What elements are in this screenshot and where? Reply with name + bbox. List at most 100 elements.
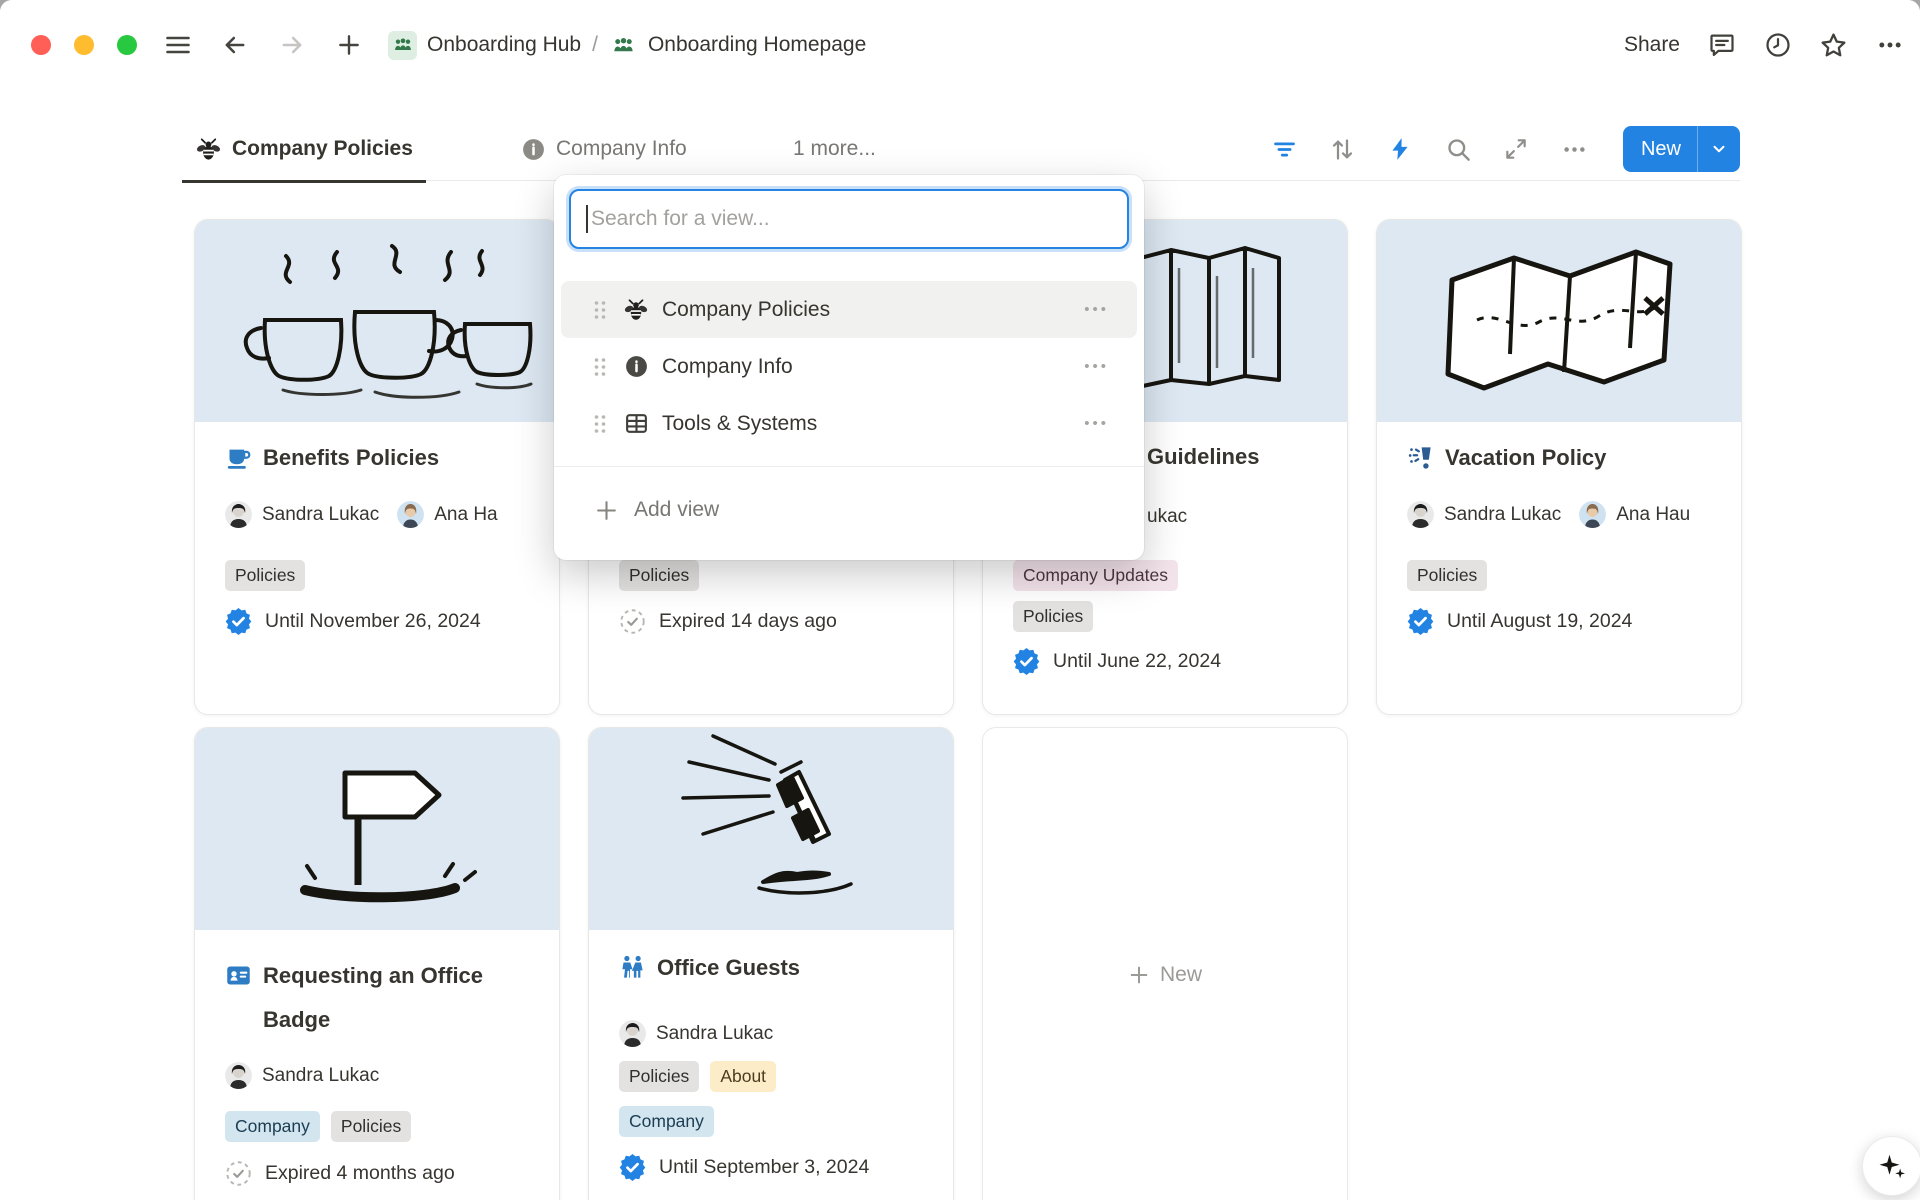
new-page-icon[interactable]: [333, 29, 365, 61]
avatar: [1407, 501, 1434, 528]
drag-handle-icon[interactable]: [593, 299, 607, 321]
card-cover-signpost: [195, 728, 559, 930]
bee-icon: [623, 297, 649, 323]
person-name: Ana Ha: [434, 504, 497, 526]
history-clock-icon[interactable]: [1763, 31, 1792, 60]
card-tags-row: Policies About: [619, 1061, 951, 1092]
share-button[interactable]: Share: [1624, 33, 1680, 57]
app-window: Onboarding Hub / Onboarding Homepage Sha…: [0, 0, 1920, 1200]
card-tags-row: Policies: [619, 560, 951, 591]
view-tabs-bar: Company Policies Company Info 1 more...: [0, 118, 1920, 181]
tag: Policies: [331, 1111, 411, 1142]
card-tags-row: Policies: [225, 560, 557, 591]
view-list: Company Policies ••• Company Info •••: [554, 281, 1144, 452]
breadcrumb-item-page[interactable]: Onboarding Homepage: [609, 31, 866, 60]
status-label: Expired 14 days ago: [659, 610, 837, 633]
minimize-window-button[interactable]: [74, 35, 94, 55]
more-options-icon[interactable]: [1875, 31, 1904, 60]
view-search-input[interactable]: Search for a view...: [569, 189, 1129, 249]
avatar: [397, 501, 424, 528]
status-label: Until June 22, 2024: [1053, 650, 1221, 673]
card-title-row: Requesting an Office Badge: [225, 954, 557, 1042]
zoom-window-button[interactable]: [117, 35, 137, 55]
people-group-icon: [388, 31, 417, 60]
card-status-row: Until June 22, 2024: [1013, 648, 1345, 675]
tab-company-info[interactable]: Company Info: [508, 118, 700, 180]
plus-icon: [1128, 964, 1150, 986]
tag: Policies: [619, 1061, 699, 1092]
view-item-tools-systems[interactable]: Tools & Systems •••: [561, 395, 1137, 452]
avatar: [225, 1062, 252, 1089]
add-view-label: Add view: [634, 498, 719, 522]
tab-label: Company Info: [556, 137, 687, 161]
tag: Company: [619, 1106, 714, 1137]
view-item-menu-icon[interactable]: •••: [1084, 358, 1109, 375]
card-cover-map: [1377, 220, 1741, 422]
drag-handle-icon[interactable]: [593, 413, 607, 435]
window-titlebar: Onboarding Hub / Onboarding Homepage Sha…: [0, 0, 1920, 90]
plus-icon: [594, 498, 619, 523]
add-view-button[interactable]: Add view: [554, 480, 1144, 540]
people-group-icon: [609, 31, 638, 60]
sidebar-menu-icon[interactable]: [162, 29, 194, 61]
card-people-row: Sandra Lukac Ana Hau: [1407, 501, 1739, 528]
text-cursor: [586, 205, 588, 233]
breadcrumb-hub-label: Onboarding Hub: [427, 33, 581, 57]
forward-icon[interactable]: [276, 29, 308, 61]
table-icon: [623, 411, 649, 437]
view-item-company-info[interactable]: Company Info •••: [561, 338, 1137, 395]
new-button[interactable]: New: [1623, 126, 1740, 172]
breadcrumb-item-hub[interactable]: Onboarding Hub: [388, 31, 581, 60]
dropdown-divider: [554, 466, 1144, 467]
person-name: Ana Hau: [1616, 504, 1690, 526]
avatar: [619, 1020, 646, 1047]
back-icon[interactable]: [219, 29, 251, 61]
expand-diagonal-icon[interactable]: [1503, 136, 1530, 163]
card-tags-row: Policies: [1407, 560, 1739, 591]
ai-assistant-button[interactable]: [1862, 1136, 1920, 1196]
close-window-button[interactable]: [31, 35, 51, 55]
card-benefits-policies[interactable]: Benefits Policies Sandra Lukac Ana Ha Po…: [194, 219, 560, 715]
view-switcher-dropdown: Search for a view... Company Policies ••…: [554, 175, 1144, 560]
bee-icon: [195, 136, 222, 163]
card-cover-coffee-mugs: [195, 220, 559, 422]
more-views-button[interactable]: 1 more...: [793, 118, 876, 180]
person-name: Sandra Lukac: [656, 1023, 773, 1045]
verified-badge-icon: [225, 608, 252, 635]
tag: Policies: [1013, 601, 1093, 632]
new-button-label: New: [1623, 138, 1697, 161]
view-options-icon[interactable]: [1561, 136, 1588, 163]
expired-check-icon: [619, 608, 646, 635]
view-item-label: Company Policies: [662, 298, 1084, 322]
new-card-button[interactable]: New: [982, 727, 1348, 1200]
card-office-guests[interactable]: Office Guests Sandra Lukac Policies Abou…: [588, 727, 954, 1200]
person-name: Sandra Lukac: [262, 504, 379, 526]
automation-lightning-icon[interactable]: [1387, 136, 1414, 163]
avatar: [225, 501, 252, 528]
person-name-visible-fragment: ukac: [1147, 506, 1187, 528]
card-status-row: Until August 19, 2024: [1407, 608, 1739, 635]
id-card-icon: [225, 962, 252, 989]
verified-badge-icon: [1407, 608, 1434, 635]
chevron-down-icon[interactable]: [1698, 140, 1740, 158]
person-name: Sandra Lukac: [1444, 504, 1561, 526]
comments-icon[interactable]: [1707, 31, 1736, 60]
view-item-menu-icon[interactable]: •••: [1084, 301, 1109, 318]
drag-handle-icon[interactable]: [593, 356, 607, 378]
view-item-company-policies[interactable]: Company Policies •••: [561, 281, 1137, 338]
card-status-row: Expired 14 days ago: [619, 608, 951, 635]
breadcrumb: Onboarding Hub / Onboarding Homepage: [388, 0, 866, 90]
card-title-row: Vacation Policy: [1407, 444, 1739, 471]
search-icon[interactable]: [1445, 136, 1472, 163]
verified-badge-icon: [1013, 648, 1040, 675]
view-item-menu-icon[interactable]: •••: [1084, 415, 1109, 432]
card-status-row: Expired 4 months ago: [225, 1160, 557, 1187]
tab-company-policies[interactable]: Company Policies: [182, 118, 426, 183]
sort-icon[interactable]: [1329, 136, 1356, 163]
filter-icon[interactable]: [1271, 136, 1298, 163]
breadcrumb-page-label: Onboarding Homepage: [648, 33, 866, 57]
favorite-star-icon[interactable]: [1819, 31, 1848, 60]
person-name: Sandra Lukac: [262, 1065, 379, 1087]
card-requesting-office-badge[interactable]: Requesting an Office Badge Sandra Lukac …: [194, 727, 560, 1200]
card-vacation-policy[interactable]: Vacation Policy Sandra Lukac Ana Hau Pol…: [1376, 219, 1742, 715]
